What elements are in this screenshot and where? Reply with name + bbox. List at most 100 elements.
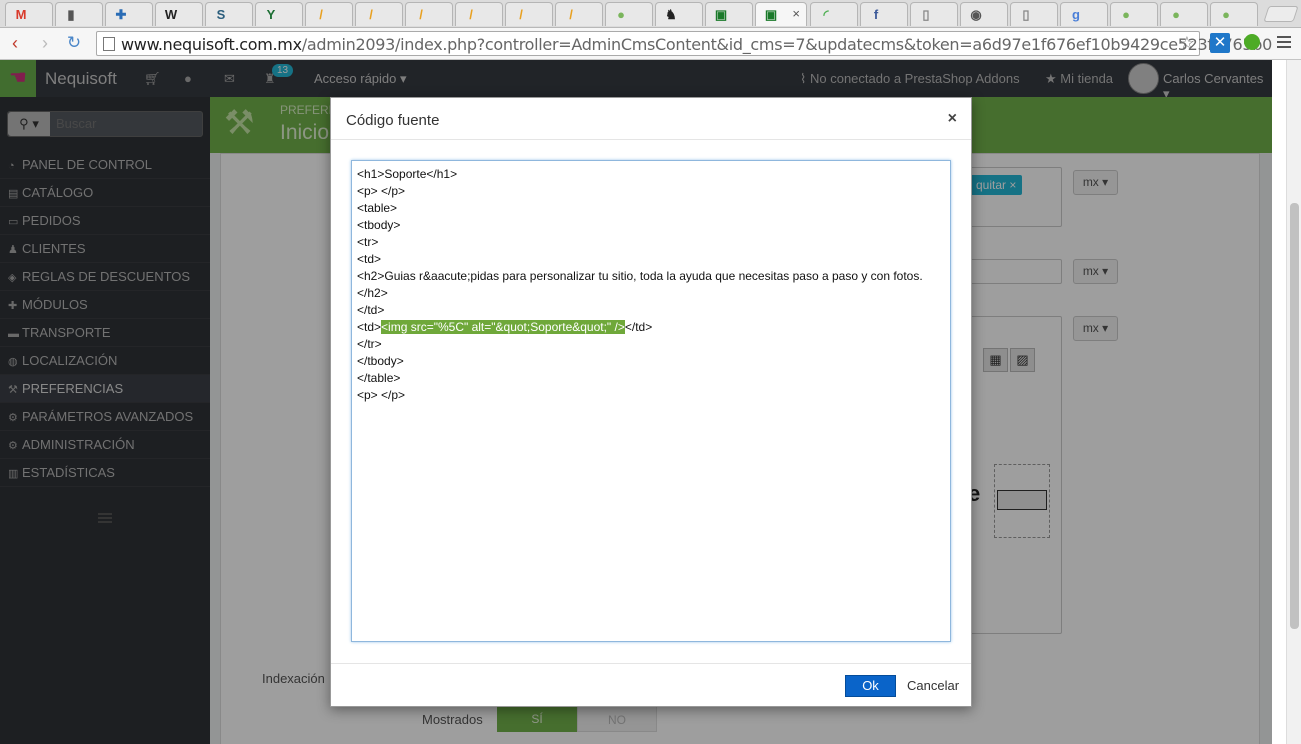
facebook-icon: f — [873, 7, 879, 22]
wrench-icon: / — [369, 7, 373, 22]
code-text: <td> — [357, 252, 382, 266]
browser-tab[interactable]: ● — [1110, 2, 1158, 26]
browser-menu-icon[interactable] — [1277, 36, 1291, 51]
browser-tab[interactable]: ● — [605, 2, 653, 26]
page-icon — [103, 37, 115, 51]
code-text: <h2>Guias r&aacute;pidas para personaliz… — [357, 269, 923, 283]
code-line: </table> — [357, 370, 945, 387]
cancel-button[interactable]: Cancelar — [905, 675, 961, 697]
browser-tab[interactable]: / — [555, 2, 603, 26]
address-bar[interactable]: www.nequisoft.com.mx/admin2093/index.php… — [96, 31, 1272, 56]
forward-icon[interactable]: › — [34, 32, 56, 54]
browser-tab[interactable]: ● — [1210, 2, 1258, 26]
terminal-icon: ▣ — [764, 7, 778, 22]
scrollbar-thumb[interactable] — [1290, 203, 1299, 629]
code-text: <tbody> — [357, 218, 401, 232]
url-path: /admin2093/index.php?controller=AdminCms… — [301, 35, 1273, 54]
wrench-icon: / — [319, 7, 323, 22]
s-icon: S — [216, 7, 226, 22]
code-text: <table> — [357, 201, 398, 215]
wrench-icon: / — [469, 7, 473, 22]
code-line: <td> — [357, 251, 945, 268]
code-text: </td> — [624, 320, 653, 334]
code-text: <td> — [357, 320, 382, 334]
browser-tab[interactable]: ▣ — [705, 2, 753, 26]
url-host: www.nequisoft.com.mx — [121, 35, 302, 54]
back-icon[interactable]: ‹ — [4, 32, 26, 54]
reload-icon[interactable]: ↻ — [63, 32, 85, 54]
close-tab-icon[interactable]: × — [792, 6, 800, 21]
dialog-title: Código fuente — [346, 112, 440, 129]
browser-tab[interactable]: ▮ — [55, 2, 103, 26]
page-icon: ▯ — [1022, 7, 1030, 22]
browser-tab[interactable]: / — [305, 2, 353, 26]
close-icon[interactable]: × — [948, 110, 957, 128]
page-scrollbar[interactable] — [1286, 60, 1301, 744]
code-line: <p> </p> — [357, 183, 945, 200]
prestashop-icon: ● — [617, 7, 625, 22]
new-tab-button[interactable] — [1263, 6, 1299, 22]
code-text: <h1>Soporte</h1> — [357, 167, 458, 181]
code-line: <h2>Guias r&aacute;pidas para personaliz… — [357, 268, 945, 285]
code-line: </h2> — [357, 285, 945, 302]
code-text: </td> — [357, 303, 385, 317]
wikipedia-icon: W — [164, 7, 178, 22]
analytics-icon: ▮ — [67, 7, 75, 22]
gimp-icon: ◉ — [970, 7, 982, 22]
code-text: </h2> — [357, 286, 388, 300]
browser-tab[interactable]: ▯ — [910, 2, 958, 26]
code-text: <p> </p> — [357, 388, 406, 402]
browser-tab[interactable]: / — [505, 2, 553, 26]
browser-tab-bar: M ▮ ✚ W S Y / / / / / / ● ♞ ▣ ▣ × ◜ f ▯ ◉ ▯ g ● ● ● — [0, 0, 1301, 28]
code-line: </tbody> — [357, 353, 945, 370]
gmail-icon: M — [15, 7, 27, 22]
bookmark-star-icon[interactable]: ☆ — [1179, 33, 1195, 54]
browser-tab[interactable]: ▣ × — [755, 2, 807, 26]
url-text[interactable]: www.nequisoft.com.mx/admin2093/index.php… — [121, 35, 1272, 54]
browser-tab[interactable]: f — [860, 2, 908, 26]
google-icon: g — [1072, 7, 1080, 22]
wrench-icon: / — [419, 7, 423, 22]
browser-tab[interactable]: W — [155, 2, 203, 26]
dialog-footer: Ok Cancelar — [331, 663, 971, 707]
browser-tab[interactable]: g — [1060, 2, 1108, 26]
source-code-textarea[interactable]: <h1>Soporte</h1> <p> </p> <table> <tbody> <t… — [351, 160, 951, 642]
terminal-icon: ▣ — [714, 7, 728, 22]
code-text: </tbody> — [357, 354, 404, 368]
browser-tab[interactable]: ✚ — [105, 2, 153, 26]
browser-toolbar: ‹ › ↻ www.nequisoft.com.mx/admin2093/ind… — [0, 28, 1301, 60]
browser-tab[interactable]: ▯ — [1010, 2, 1058, 26]
prestashop-icon: ● — [1172, 7, 1180, 22]
code-text: </table> — [357, 371, 401, 385]
code-text: </tr> — [357, 337, 382, 351]
code-line: <h1>Soporte</h1> — [357, 166, 945, 183]
puzzle-icon: ✚ — [115, 7, 127, 22]
browser-tab[interactable]: / — [455, 2, 503, 26]
wrench-icon: / — [519, 7, 523, 22]
y-icon: Y — [266, 7, 276, 22]
extension-x-icon[interactable]: ✕ — [1210, 33, 1230, 53]
browser-tab[interactable]: Y — [255, 2, 303, 26]
source-code-dialog: Código fuente × <h1>Soporte</h1> <p> </p>… — [330, 97, 972, 707]
browser-tab[interactable]: / — [355, 2, 403, 26]
code-line: <tr> — [357, 234, 945, 251]
browser-tab[interactable]: M — [5, 2, 53, 26]
ok-button[interactable]: Ok — [845, 675, 896, 697]
browser-tab[interactable]: / — [405, 2, 453, 26]
code-line: </tr> — [357, 336, 945, 353]
browser-tab[interactable]: S — [205, 2, 253, 26]
browser-tab[interactable]: ● — [1160, 2, 1208, 26]
spinner-icon: ◜ — [823, 7, 829, 22]
prestashop-icon: ● — [1122, 7, 1130, 22]
browser-tab[interactable]: ♞ — [655, 2, 703, 26]
browser-tab[interactable]: ◉ — [960, 2, 1008, 26]
code-line: <table> — [357, 200, 945, 217]
chess-icon: ♞ — [665, 7, 677, 22]
code-text: <p> </p> — [357, 184, 406, 198]
extension-leaf-icon[interactable] — [1244, 34, 1260, 50]
browser-tab[interactable]: ◜ — [810, 2, 858, 26]
selected-code: <img src="%5C" alt="&quot;Soporte&quot;"… — [381, 320, 625, 334]
code-line: <td><img src="%5C" alt="&quot;Soporte&qu… — [357, 319, 945, 336]
page-icon: ▯ — [922, 7, 930, 22]
code-line: <p> </p> — [357, 387, 945, 404]
